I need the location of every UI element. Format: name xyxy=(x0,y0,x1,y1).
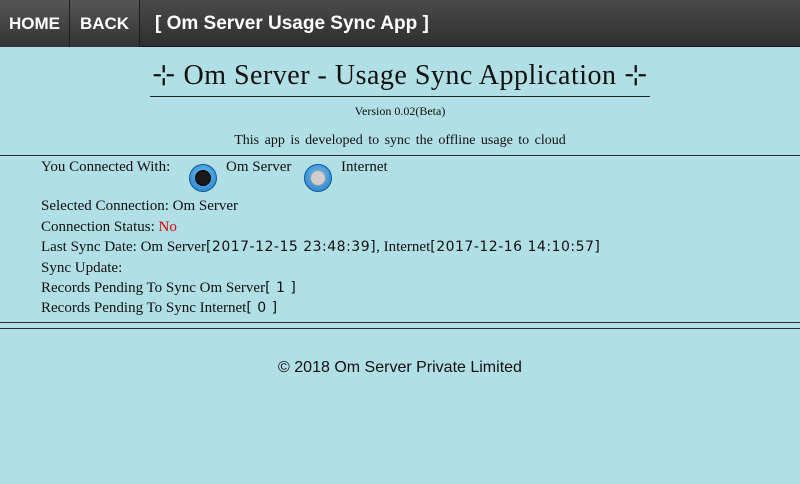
selected-connection-row: Selected Connection: Om Server xyxy=(41,198,238,215)
connection-status-row: Connection Status: No xyxy=(41,219,177,236)
back-button[interactable]: BACK xyxy=(70,0,140,47)
radio-internet-label[interactable]: Internet xyxy=(341,159,388,176)
last-sync-om-date: [2017-12-15 23:48:39] xyxy=(205,239,377,255)
pending-om-label: Records Pending To Sync Om Server xyxy=(41,280,266,296)
page-title-text: ⊹ Om Server - Usage Sync Application ⊹ xyxy=(150,58,650,97)
last-sync-internet-label: , Internet xyxy=(376,239,431,255)
divider-top xyxy=(0,155,800,156)
selected-connection-value: Om Server xyxy=(172,198,239,214)
last-sync-row: Last Sync Date: Om Server[2017-12-15 23:… xyxy=(41,239,600,256)
pending-internet-row: Records Pending To Sync Internet[ 0 ] xyxy=(41,300,278,317)
sync-update-label: Sync Update: xyxy=(41,260,123,276)
radio-internet-dot xyxy=(310,170,326,186)
divider-bottom-2 xyxy=(0,328,800,329)
divider-bottom-1 xyxy=(0,322,800,323)
radio-om-server-label[interactable]: Om Server xyxy=(226,159,291,176)
pending-internet-value: [ 0 ] xyxy=(246,300,278,316)
top-navbar: HOME BACK [ Om Server Usage Sync App ] xyxy=(0,0,800,47)
pending-om-value: [ 1 ] xyxy=(265,280,297,296)
tagline-text: This app is developed to sync the offlin… xyxy=(234,133,566,148)
radio-internet[interactable] xyxy=(304,164,332,192)
connection-status-label: Connection Status: xyxy=(41,219,155,235)
version-text: Version 0.02(Beta) xyxy=(354,104,446,118)
home-button[interactable]: HOME xyxy=(0,0,70,47)
last-sync-label: Last Sync Date: xyxy=(41,239,137,255)
selected-connection-label: Selected Connection: xyxy=(41,198,169,214)
radio-om-server-dot xyxy=(195,170,211,186)
connection-status-value: No xyxy=(158,219,177,235)
app-title: [ Om Server Usage Sync App ] xyxy=(155,13,429,34)
pending-internet-label: Records Pending To Sync Internet xyxy=(41,300,247,316)
last-sync-om-label: Om Server xyxy=(140,239,206,255)
footer-copyright: © 2018 Om Server Private Limited xyxy=(278,359,522,376)
connection-label: You Connected With: xyxy=(41,159,171,175)
last-sync-internet-date: [2017-12-16 14:10:57] xyxy=(430,239,601,255)
page-title: ⊹ Om Server - Usage Sync Application ⊹ xyxy=(0,58,800,97)
radio-om-server[interactable] xyxy=(189,164,217,192)
pending-om-row: Records Pending To Sync Om Server[ 1 ] xyxy=(41,280,296,297)
